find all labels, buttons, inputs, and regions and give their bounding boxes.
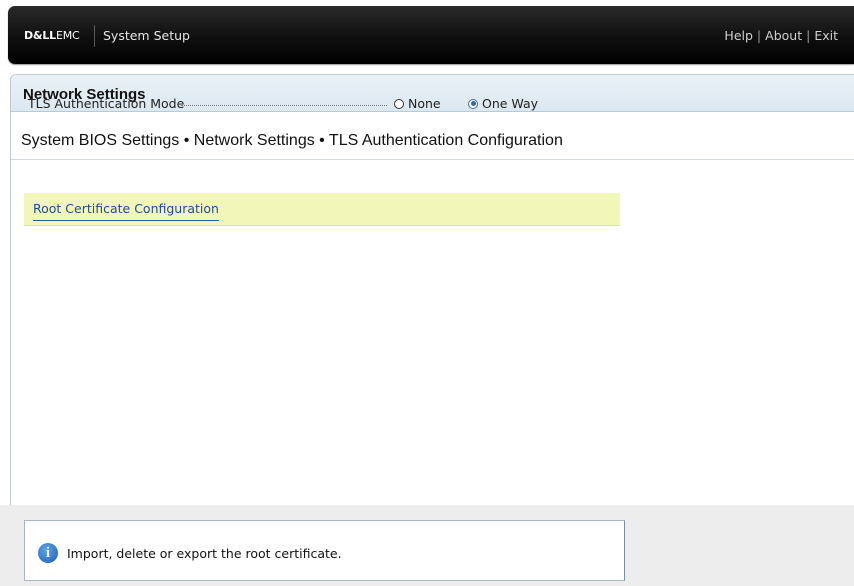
top-links: Help | About | Exit	[724, 28, 838, 43]
leader-dots	[181, 105, 387, 106]
tls-mode-row: TLS Authentication Mode None One Way	[24, 96, 624, 116]
radio-one-way-label: One Way	[482, 96, 539, 111]
settings-panel: Network Settings System BIOS Settings • …	[10, 74, 854, 505]
link-separator: |	[806, 28, 811, 43]
top-bar: D&LLEMC System Setup Help | About | Exit	[0, 0, 854, 66]
radio-none[interactable]: None	[394, 96, 441, 111]
radio-none-label: None	[408, 96, 441, 111]
title-separator	[94, 25, 95, 47]
title-bar: D&LLEMC System Setup Help | About | Exit	[8, 6, 854, 64]
radio-one-way-indicator[interactable]	[468, 98, 478, 109]
exit-link[interactable]: Exit	[814, 28, 838, 43]
link-separator: |	[756, 28, 762, 43]
help-text: Import, delete or export the root certif…	[67, 546, 342, 561]
radio-none-indicator[interactable]	[394, 98, 404, 109]
root-certificate-link[interactable]: Root Certificate Configuration	[33, 201, 219, 221]
dell-emc-logo: D&LLEMC	[24, 29, 80, 42]
root-certificate-row[interactable]: Root Certificate Configuration	[24, 193, 620, 226]
radio-one-way[interactable]: One Way	[468, 96, 538, 111]
breadcrumb-divider	[11, 159, 854, 160]
breadcrumb: System BIOS Settings • Network Settings …	[21, 132, 563, 149]
app-title: System Setup	[103, 28, 190, 43]
info-icon: i	[38, 543, 58, 563]
help-link[interactable]: Help	[724, 28, 753, 43]
tls-mode-label: TLS Authentication Mode	[28, 96, 185, 111]
help-box: i Import, delete or export the root cert…	[24, 520, 625, 581]
about-link[interactable]: About	[765, 28, 802, 43]
